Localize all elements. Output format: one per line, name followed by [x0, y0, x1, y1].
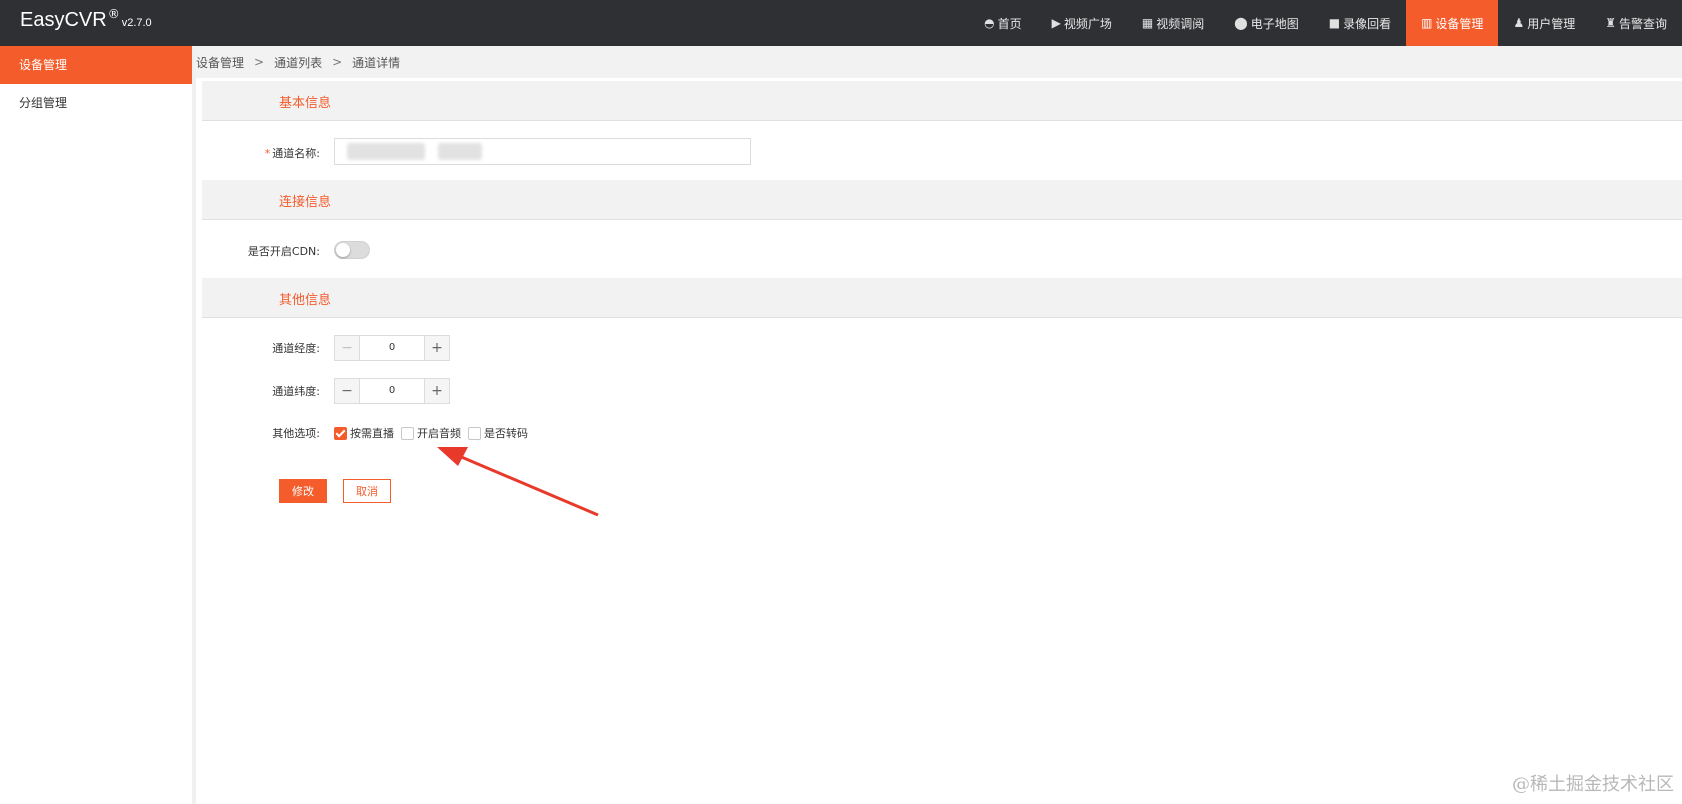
main-nav: ◓ 首页 ▶ 视频广场 ▦ 视频调阅 ⬤ 电子地图 ■ 录像回看 ▥ 设备管理 …	[969, 0, 1682, 46]
main-content: 设备管理 > 通道列表 > 通道详情 基本信息 * 通道名称: 连接信息 是否开启…	[196, 46, 1682, 804]
sidebar: 设备管理 分组管理	[0, 46, 196, 804]
section-connection-info: 连接信息	[202, 180, 1682, 220]
nav-item-alarm-query[interactable]: ♜ 告警查询	[1590, 0, 1682, 46]
checkbox-transcode[interactable]: 是否转码	[468, 425, 528, 441]
video-camera-icon: ■	[1328, 16, 1341, 30]
layout-icon: ▦	[1141, 16, 1154, 30]
nav-item-label: 视频调阅	[1156, 16, 1205, 31]
section-other-info: 其他信息	[202, 278, 1682, 318]
increment-button[interactable]: +	[425, 336, 449, 360]
nav-item-label: 视频广场	[1063, 16, 1112, 31]
nav-item-label: 录像回看	[1343, 16, 1392, 31]
required-mark: *	[264, 147, 271, 160]
breadcrumb-separator: >	[254, 55, 265, 69]
nav-item-label: 告警查询	[1618, 16, 1667, 31]
brand-logo[interactable]: EasyCVR ® v2.7.0	[20, 7, 152, 39]
sidebar-item-group-management[interactable]: 分组管理	[0, 84, 192, 122]
sidebar-item-device-management[interactable]: 设备管理	[0, 46, 192, 84]
breadcrumb-item-channel-detail: 通道详情	[352, 55, 401, 70]
nav-item-playback[interactable]: ■ 录像回看	[1314, 0, 1406, 46]
channel-name-input[interactable]	[334, 138, 751, 165]
decrement-button[interactable]: −	[335, 336, 359, 360]
decrement-button[interactable]: −	[335, 379, 359, 403]
alarm-icon: ♜	[1605, 16, 1616, 30]
cancel-button[interactable]: 取消	[343, 479, 391, 503]
device-columns-icon: ▥	[1421, 16, 1433, 30]
cdn-toggle[interactable]	[334, 241, 370, 259]
nav-item-label: 电子地图	[1250, 16, 1299, 31]
section-title: 基本信息	[279, 96, 332, 111]
longitude-label: 通道经度:	[272, 342, 320, 355]
latitude-label: 通道纬度:	[272, 385, 320, 398]
play-circle-icon: ▶	[1051, 16, 1061, 30]
nav-item-video-view[interactable]: ▦ 视频调阅	[1127, 0, 1219, 46]
nav-item-device-management[interactable]: ▥ 设备管理	[1406, 0, 1499, 46]
brand-registered-mark: ®	[107, 7, 120, 21]
options-checkbox-group: 按需直播 开启音频 是否转码	[334, 425, 535, 441]
latitude-stepper: − 0 +	[334, 378, 450, 404]
channel-name-label: * 通道名称:	[264, 147, 320, 160]
top-navbar: EasyCVR ® v2.7.0 ◓ 首页 ▶ 视频广场 ▦ 视频调阅 ⬤ 电子…	[0, 0, 1682, 46]
nav-item-map[interactable]: ⬤ 电子地图	[1219, 0, 1313, 46]
nav-item-label: 用户管理	[1527, 16, 1576, 31]
nav-item-label: 设备管理	[1435, 16, 1484, 31]
dashboard-icon: ◓	[984, 16, 995, 30]
nav-item-label: 首页	[997, 16, 1022, 31]
breadcrumb-item-device-management[interactable]: 设备管理	[196, 54, 244, 71]
breadcrumb: 设备管理 > 通道列表 > 通道详情	[196, 46, 1682, 78]
redacted-text	[438, 143, 482, 160]
section-title: 其他信息	[279, 293, 332, 308]
checkbox-box[interactable]	[334, 426, 347, 440]
section-title: 连接信息	[279, 195, 332, 210]
version-label: v2.7.0	[121, 17, 152, 29]
checkbox-label: 是否转码	[484, 427, 528, 440]
nav-item-video-square[interactable]: ▶ 视频广场	[1037, 0, 1127, 46]
breadcrumb-separator: >	[332, 55, 343, 69]
breadcrumb-item-channel-list[interactable]: 通道列表	[274, 54, 322, 71]
toggle-knob	[336, 243, 350, 257]
other-options-label: 其他选项:	[272, 427, 320, 440]
checkbox-on-demand-live[interactable]: 按需直播	[334, 425, 394, 441]
map-pin-icon: ⬤	[1234, 16, 1248, 30]
checkbox-box[interactable]	[401, 426, 414, 440]
increment-button[interactable]: +	[425, 379, 449, 403]
latitude-input[interactable]: 0	[359, 379, 425, 403]
nav-item-home[interactable]: ◓ 首页	[969, 0, 1037, 46]
section-basic-info: 基本信息	[202, 81, 1682, 121]
nav-item-user-management[interactable]: ♟ 用户管理	[1498, 0, 1590, 46]
redacted-text	[347, 143, 425, 160]
checkbox-label: 按需直播	[350, 427, 394, 440]
checkbox-box[interactable]	[468, 426, 481, 440]
cdn-label: 是否开启CDN:	[247, 245, 320, 258]
checkbox-enable-audio[interactable]: 开启音频	[401, 425, 461, 441]
submit-button[interactable]: 修改	[279, 479, 327, 503]
watermark: @稀土掘金技术社区	[1512, 774, 1674, 795]
checkbox-label: 开启音频	[417, 427, 461, 440]
brand-name: EasyCVR	[20, 9, 107, 31]
longitude-input[interactable]: 0	[359, 336, 425, 360]
user-icon: ♟	[1513, 16, 1525, 30]
longitude-stepper: − 0 +	[334, 335, 450, 361]
